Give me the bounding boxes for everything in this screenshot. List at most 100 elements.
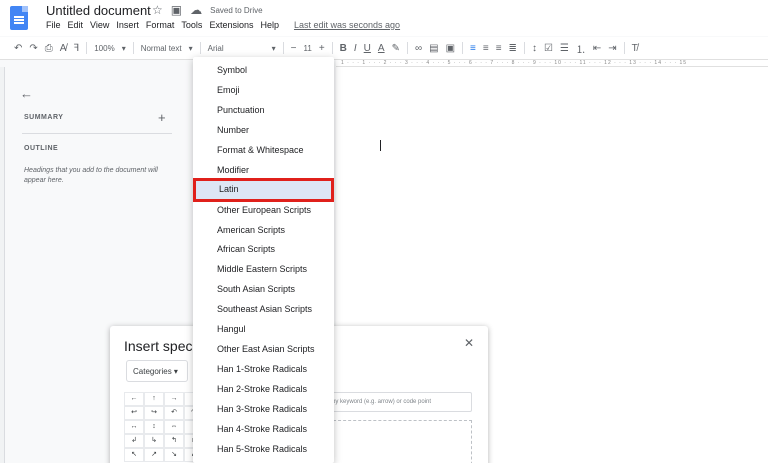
draw-symbol-area[interactable]: [328, 420, 472, 463]
menu-item-latin[interactable]: Latin: [193, 178, 334, 202]
menu-item-hangul[interactable]: Hangul: [193, 320, 334, 340]
toolbar-divider: [623, 42, 625, 54]
character-search-input[interactable]: by keyword (e.g. arrow) or code point: [328, 392, 472, 412]
menu-item-modifier[interactable]: Modifier: [193, 161, 334, 181]
character-cell[interactable]: ↩: [124, 406, 144, 420]
increase-font-size-icon[interactable]: +: [319, 43, 325, 54]
menu-item-han-5-stroke-radicals[interactable]: Han 5-Stroke Radicals: [193, 440, 334, 460]
character-cell[interactable]: ↳: [144, 434, 164, 448]
font-dropdown-icon[interactable]: ▾: [272, 44, 276, 53]
character-cell[interactable]: ↪: [144, 406, 164, 420]
character-cell[interactable]: ↗: [144, 448, 164, 462]
menu-item-han-2-stroke-radicals[interactable]: Han 2-Stroke Radicals: [193, 380, 334, 400]
character-cell[interactable]: ↕: [144, 420, 164, 434]
menu-item-middle-eastern-scripts[interactable]: Middle Eastern Scripts: [193, 260, 334, 280]
clear-formatting-icon[interactable]: T̸: [632, 43, 638, 54]
menu-help[interactable]: Help: [260, 20, 279, 30]
highlight-icon[interactable]: ✎: [392, 43, 400, 54]
align-right-icon[interactable]: ≡: [496, 43, 502, 54]
menu-item-other-european-scripts[interactable]: Other European Scripts: [193, 201, 334, 221]
outline-hint-text: Headings that you add to the document wi…: [24, 167, 158, 184]
spellcheck-icon[interactable]: A̸: [60, 43, 67, 54]
bold-icon[interactable]: B: [340, 43, 347, 54]
increase-indent-icon[interactable]: ⇥: [608, 43, 616, 54]
toolbar: ↶ ↷ ⎙ A̸ ꟻ 100% ▾ Normal text ▾ Arial ▾ …: [0, 37, 768, 60]
menu-format[interactable]: Format: [146, 20, 175, 30]
vertical-ruler[interactable]: [0, 67, 5, 463]
menu-view[interactable]: View: [90, 20, 109, 30]
undo-icon[interactable]: ↶: [14, 43, 22, 54]
zoom-select[interactable]: 100%: [94, 44, 114, 53]
text-color-icon[interactable]: A: [378, 43, 385, 54]
menu-item-south-asian-scripts[interactable]: South Asian Scripts: [193, 280, 334, 300]
menu-item-symbol[interactable]: Symbol: [193, 61, 334, 81]
document-title[interactable]: Untitled document: [46, 3, 151, 18]
menu-item-other-east-asian-scripts[interactable]: Other East Asian Scripts: [193, 340, 334, 360]
numbered-list-icon[interactable]: ⒈: [576, 41, 586, 56]
menu-item-emoji[interactable]: Emoji: [193, 81, 334, 101]
close-outline-arrow-icon[interactable]: ←: [20, 86, 33, 101]
link-icon[interactable]: ∞: [415, 43, 422, 54]
font-size-input[interactable]: 11: [304, 44, 312, 53]
character-cell[interactable]: ↲: [124, 434, 144, 448]
checklist-icon[interactable]: ☑: [544, 43, 553, 54]
paint-format-icon[interactable]: ꟻ: [73, 43, 79, 54]
character-cell[interactable]: →: [164, 392, 184, 406]
horizontal-ruler[interactable]: 1 · · · 1 · · · 2 · · · 3 · · · 4 · · · …: [336, 60, 768, 67]
toolbar-divider: [282, 42, 284, 54]
style-select[interactable]: Normal text: [141, 44, 182, 53]
character-cell[interactable]: ↘: [164, 448, 184, 462]
menu-item-punctuation[interactable]: Punctuation: [193, 101, 334, 121]
dialog-title: Insert spec: [124, 338, 193, 354]
justify-icon[interactable]: ≣: [509, 43, 517, 54]
close-icon[interactable]: ✕: [464, 336, 474, 350]
menu-edit[interactable]: Edit: [68, 20, 84, 30]
docs-logo-icon[interactable]: [10, 6, 28, 30]
star-icon[interactable]: ☆: [152, 3, 163, 17]
toolbar-divider: [331, 42, 333, 54]
last-edit-link[interactable]: Last edit was seconds ago: [294, 20, 400, 30]
align-left-icon[interactable]: ≡: [470, 43, 476, 54]
font-select[interactable]: Arial: [208, 44, 224, 53]
comment-icon[interactable]: ▤: [429, 43, 438, 54]
character-cell[interactable]: ↰: [164, 434, 184, 448]
menu-item-format-whitespace[interactable]: Format & Whitespace: [193, 141, 334, 161]
summary-heading: SUMMARY: [24, 114, 64, 121]
image-icon[interactable]: ▣: [446, 43, 455, 54]
menu-item-han-1-stroke-radicals[interactable]: Han 1-Stroke Radicals: [193, 360, 334, 380]
character-cell[interactable]: ↖: [124, 448, 144, 462]
underline-icon[interactable]: U: [364, 43, 371, 54]
bulleted-list-icon[interactable]: ☰: [560, 43, 569, 54]
character-cell[interactable]: ↔: [124, 420, 144, 434]
decrease-font-size-icon[interactable]: −: [291, 43, 297, 54]
menu-file[interactable]: File: [46, 20, 61, 30]
character-cell[interactable]: ↶: [164, 406, 184, 420]
move-folder-icon[interactable]: ▣: [171, 3, 182, 17]
menu-item-han-3-stroke-radicals[interactable]: Han 3-Stroke Radicals: [193, 400, 334, 420]
style-dropdown-icon[interactable]: ▾: [189, 44, 193, 53]
menu-item-african-scripts[interactable]: African Scripts: [193, 240, 334, 260]
menu-item-southeast-asian-scripts[interactable]: Southeast Asian Scripts: [193, 300, 334, 320]
align-center-icon[interactable]: ≡: [483, 43, 489, 54]
add-summary-plus-icon[interactable]: +: [158, 110, 166, 125]
categories-dropdown[interactable]: Categories ▾: [126, 360, 188, 382]
zoom-dropdown-icon[interactable]: ▾: [122, 44, 126, 53]
italic-icon[interactable]: I: [354, 43, 357, 54]
menu-tools[interactable]: Tools: [181, 20, 202, 30]
menu-item-number[interactable]: Number: [193, 121, 334, 141]
character-cell[interactable]: ↑: [144, 392, 164, 406]
menu-extensions[interactable]: Extensions: [209, 20, 253, 30]
character-cell[interactable]: ←: [124, 392, 144, 406]
categories-label: Categories: [133, 367, 172, 376]
menu-insert[interactable]: Insert: [116, 20, 139, 30]
line-spacing-icon[interactable]: ↕: [532, 43, 537, 54]
toolbar-divider: [132, 42, 134, 54]
character-cell[interactable]: ⇔: [164, 420, 184, 434]
decrease-indent-icon[interactable]: ⇤: [593, 43, 601, 54]
toolbar-divider: [462, 42, 464, 54]
redo-icon[interactable]: ↷: [29, 43, 37, 54]
menu-item-han-4-stroke-radicals[interactable]: Han 4-Stroke Radicals: [193, 420, 334, 440]
cloud-saved-icon: ☁: [190, 3, 203, 17]
print-icon[interactable]: ⎙: [45, 43, 53, 54]
menu-item-american-scripts[interactable]: American Scripts: [193, 221, 334, 241]
